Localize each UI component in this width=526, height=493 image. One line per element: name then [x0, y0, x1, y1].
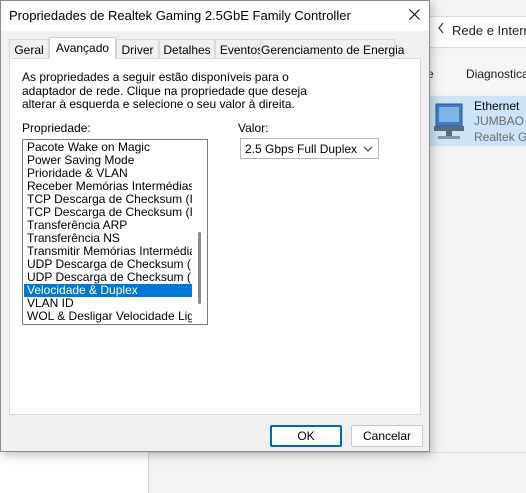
list-item[interactable]: Prioridade & VLAN: [24, 167, 192, 180]
properties-dialog: Propriedades de Realtek Gaming 2.5GbE Fa…: [0, 0, 430, 452]
list-item-selected[interactable]: Velocidade & Duplex: [24, 284, 192, 297]
close-button[interactable]: [399, 1, 429, 31]
list-item[interactable]: TCP Descarga de Checksum (IPv4: [24, 193, 192, 206]
list-item[interactable]: Transferência ARP: [24, 219, 192, 232]
list-item[interactable]: Pacote Wake on Magic: [24, 141, 192, 154]
address-bar-text[interactable]: Rede e Interne: [452, 23, 526, 38]
property-label: Propriedade:: [22, 121, 91, 135]
network-adapter-icon: [432, 100, 470, 140]
diagnose-button[interactable]: Diagnostica: [466, 67, 526, 81]
tab-gerenciamento-energia[interactable]: Gerenciamento de Energia: [260, 39, 404, 58]
connection-network: JUMBAO: [474, 114, 525, 128]
list-item[interactable]: Power Saving Mode: [24, 154, 192, 167]
list-item[interactable]: Receber Memórias Intermédias: [24, 180, 192, 193]
list-item[interactable]: TCP Descarga de Checksum (IPv6: [24, 206, 192, 219]
divider: [148, 452, 526, 453]
list-item[interactable]: UDP Descarga de Checksum (IPv4: [24, 258, 192, 271]
list-item[interactable]: VLAN ID: [24, 297, 192, 310]
dialog-title: Propriedades de Realtek Gaming 2.5GbE Fa…: [9, 8, 351, 23]
chevron-left-icon[interactable]: [437, 22, 445, 37]
close-icon[interactable]: [408, 9, 420, 23]
list-item[interactable]: UDP Descarga de Checksum (IPv6: [24, 271, 192, 284]
ok-button[interactable]: OK: [270, 425, 342, 447]
description-text: As propriedades a seguir estão disponíve…: [22, 70, 307, 111]
cancel-button[interactable]: Cancelar: [351, 425, 423, 447]
listbox-scrollbar[interactable]: [198, 232, 201, 304]
tab-avancado[interactable]: Avançado: [49, 37, 116, 59]
connection-device: Realtek Ga: [474, 130, 526, 144]
list-item[interactable]: WOL & Desligar Velocidade Ligaçã: [24, 310, 192, 323]
value-dropdown[interactable]: 2.5 Gbps Full Duplex: [240, 138, 379, 159]
tab-driver[interactable]: Driver: [116, 39, 159, 58]
tab-detalhes[interactable]: Detalhes: [159, 39, 215, 58]
list-item[interactable]: Transferência NS: [24, 232, 192, 245]
value-label: Valor:: [238, 121, 269, 135]
connection-name: Ethernet: [474, 99, 520, 113]
list-item[interactable]: Transmitir Memórias Intermédias: [24, 245, 192, 258]
value-dropdown-text: 2.5 Gbps Full Duplex: [245, 142, 358, 156]
chevron-down-icon[interactable]: [363, 143, 373, 157]
title-bar[interactable]: Propriedades de Realtek Gaming 2.5GbE Fa…: [1, 1, 429, 31]
tab-geral[interactable]: Geral: [9, 39, 49, 58]
property-listbox[interactable]: Pacote Wake on Magic Power Saving Mode P…: [22, 139, 208, 325]
